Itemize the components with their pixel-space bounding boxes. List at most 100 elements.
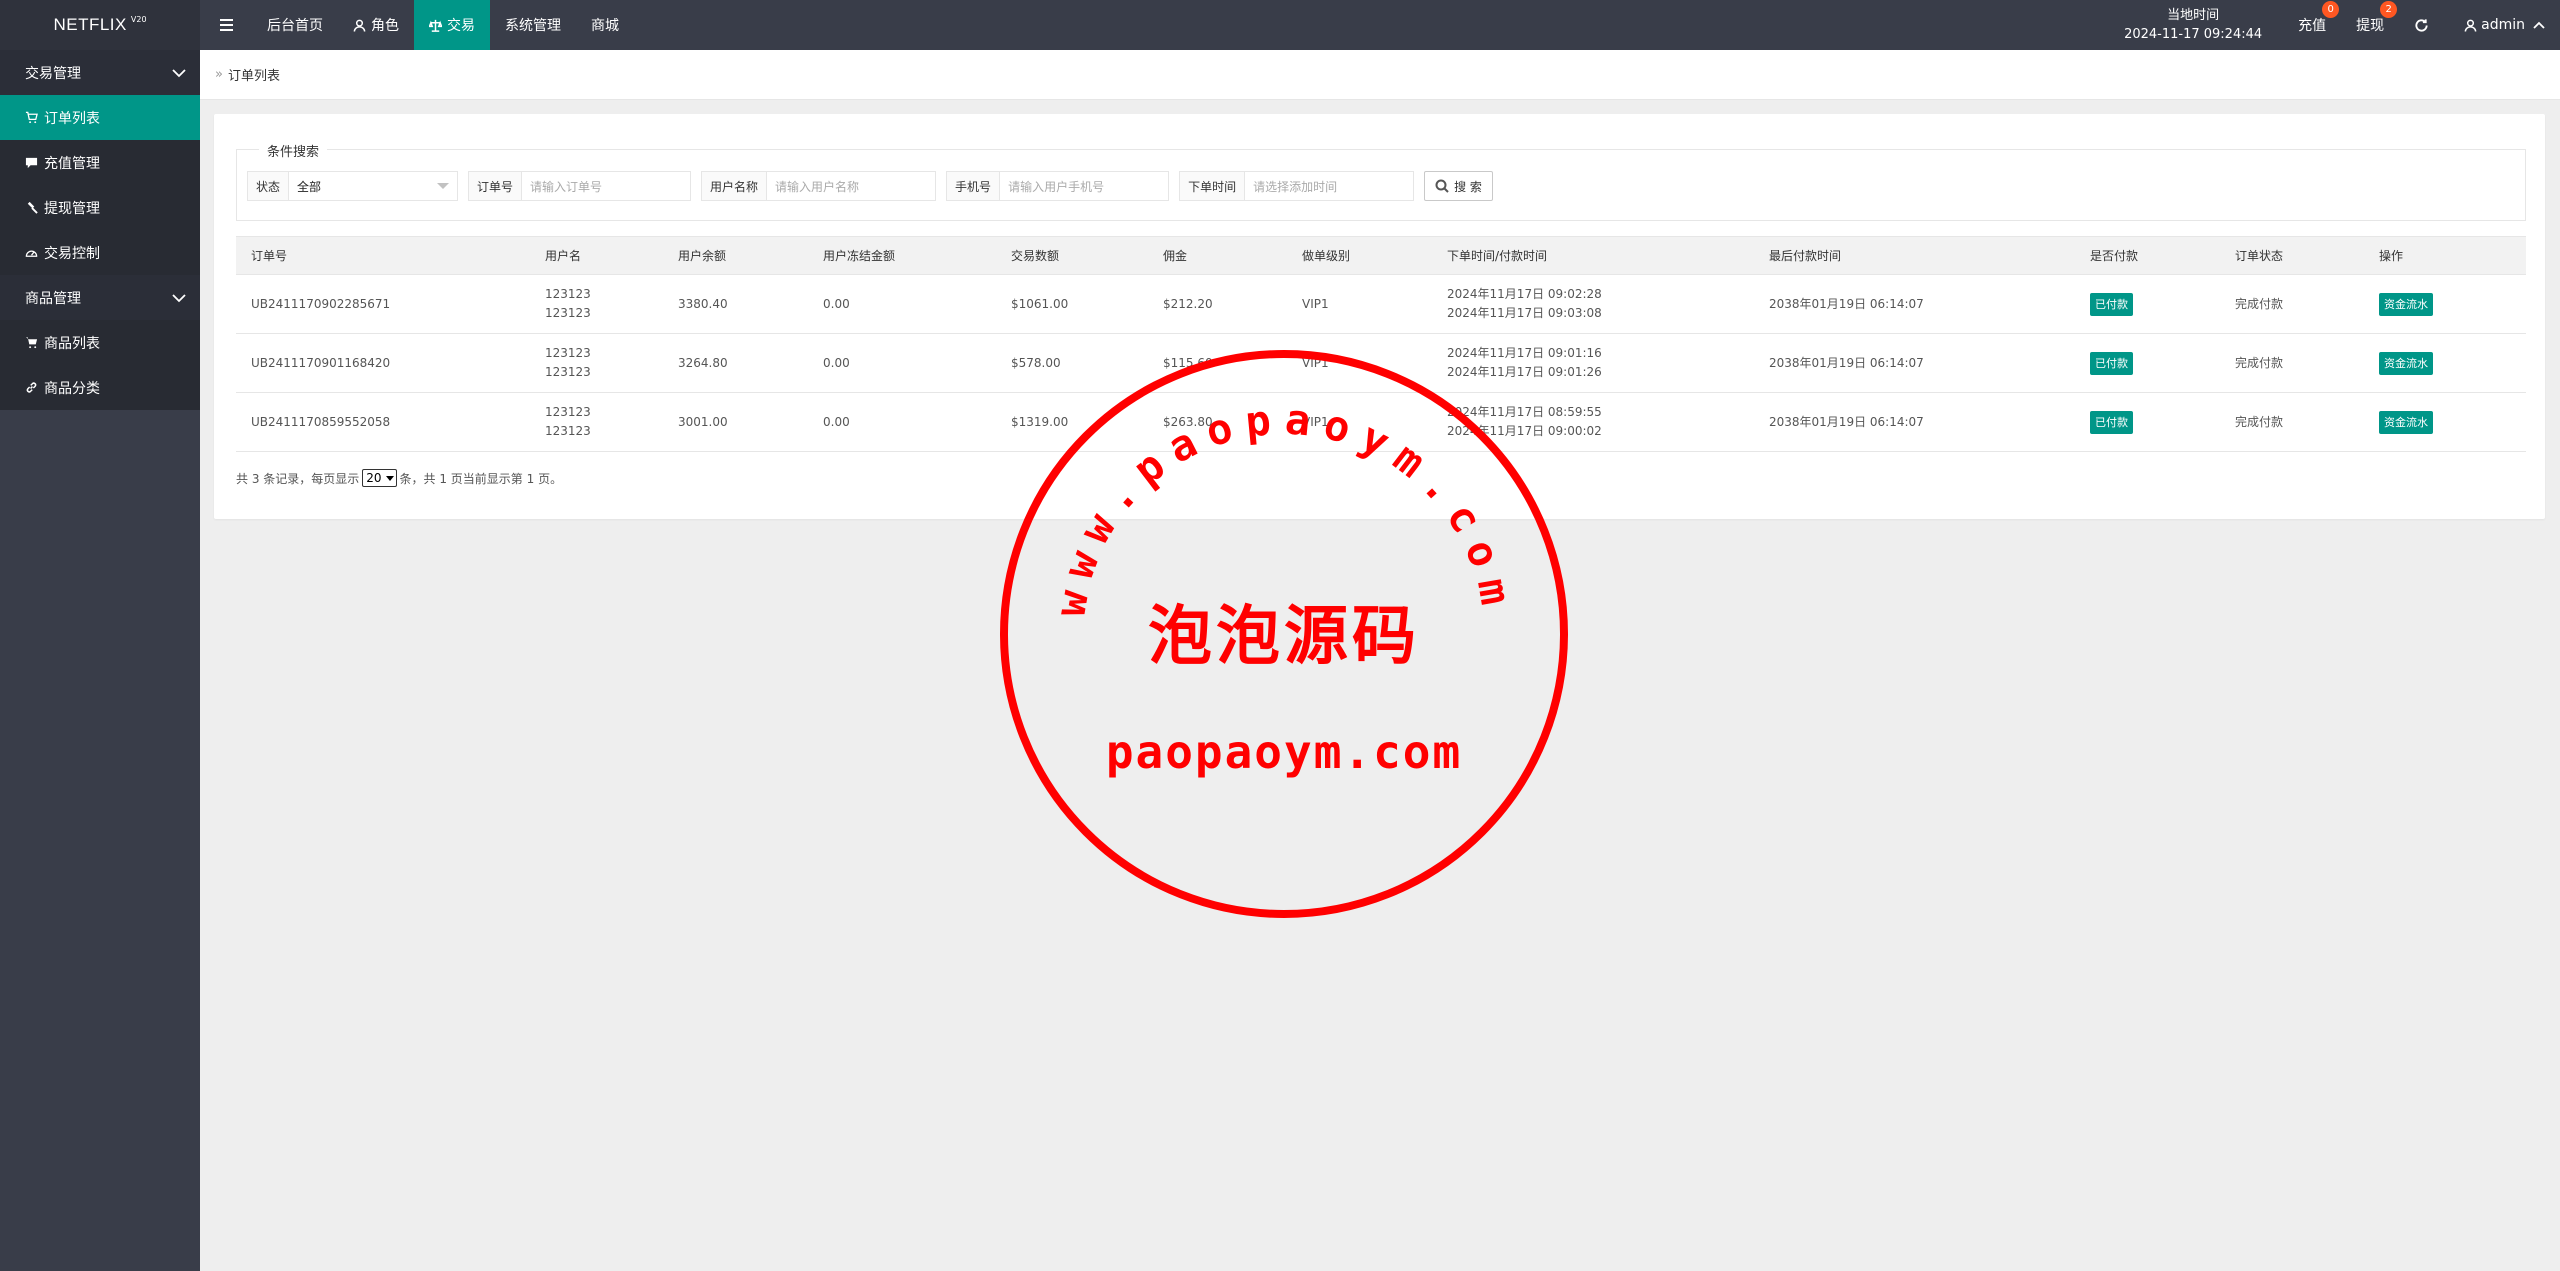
brand-logo[interactable]: NETFLIX V20 (0, 0, 200, 50)
sidebar-item-label: 提现管理 (44, 200, 100, 217)
cell-user-line: 123123 (545, 346, 591, 360)
cell-username: 123123 123123 (530, 392, 663, 452)
username-filter: 用户名称 请输入用户名称 (701, 171, 937, 201)
double-chevron-icon: » (215, 67, 223, 82)
cell-user-line: 123123 (545, 365, 591, 379)
cell-paid: 已付款 (2075, 392, 2220, 452)
fund-flow-button[interactable]: 资金流水 (2379, 351, 2433, 375)
order-time-filter: 下单时间 请选择添加时间 (1179, 171, 1415, 201)
col-commission: 佣金 (1148, 236, 1287, 275)
status-label: 状态 (248, 172, 290, 200)
search-button[interactable]: 搜 索 (1424, 171, 1493, 201)
caret-down-icon (385, 475, 394, 481)
cell-frozen: 0.00 (808, 392, 996, 452)
page-size-select[interactable]: 20 (362, 469, 397, 487)
cell-level: VIP1 (1287, 274, 1432, 334)
status-filter: 状态 全部 (247, 171, 459, 201)
cell-status: 完成付款 (2220, 392, 2364, 452)
cell-username: 123123 123123 (530, 274, 663, 334)
col-username: 用户名 (530, 236, 663, 275)
nav-trade[interactable]: 交易 (414, 0, 490, 50)
recharge-badge: 0 (2322, 1, 2340, 18)
withdraw-button[interactable]: 提现 2 (2341, 0, 2399, 50)
cell-order-no: UB2411170859552058 (236, 392, 530, 452)
watermark-center-text: 泡泡源码 (1148, 599, 1420, 674)
col-order-time: 下单时间/付款时间 (1432, 236, 1754, 275)
sidebar-item-label: 交易控制 (44, 245, 100, 262)
chevron-up-icon (2533, 21, 2545, 29)
order-no-filter: 订单号 请输入订单号 (468, 171, 692, 201)
nav-role[interactable]: 角色 (338, 0, 414, 50)
menu-toggle-button[interactable] (200, 0, 252, 50)
table-header-row: 订单号 用户名 用户余额 用户冻结金额 交易数额 佣金 做单级别 下单时间/付款… (236, 236, 2526, 275)
cell-action: 资金流水 (2364, 392, 2526, 452)
balance-icon (429, 19, 442, 32)
recharge-button[interactable]: 充值 0 (2283, 0, 2341, 50)
cell-time-line: 2024年11月17日 09:01:16 (1447, 346, 1602, 360)
nav-role-label: 角色 (371, 18, 399, 34)
fund-flow-button[interactable]: 资金流水 (2379, 410, 2433, 434)
cell-commission: $212.20 (1148, 274, 1287, 334)
sidebar-item-trade-control[interactable]: 交易控制 (0, 230, 200, 275)
sidebar-item-goods-category[interactable]: 商品分类 (0, 365, 200, 410)
phone-input[interactable]: 请输入用户手机号 (1000, 172, 1169, 200)
cell-action: 资金流水 (2364, 274, 2526, 334)
sidebar-group-trade[interactable]: 交易管理 (0, 50, 200, 95)
sidebar-item-label: 充值管理 (44, 155, 100, 172)
fund-flow-button[interactable]: 资金流水 (2379, 292, 2433, 316)
cell-frozen: 0.00 (808, 333, 996, 393)
cell-time-line: 2024年11月17日 09:02:28 (1447, 287, 1602, 301)
top-nav: 后台首页 角色 交易 系统管理 商城 (200, 0, 634, 50)
withdraw-label: 提现 (2356, 18, 2385, 34)
table-row: UB2411170902285671 123123 123123 3380.40 … (236, 274, 2526, 334)
cell-last-pay: 2038年01月19日 06:14:07 (1754, 392, 2075, 452)
chevron-down-icon (172, 68, 186, 77)
paid-badge: 已付款 (2090, 292, 2133, 316)
sidebar: 交易管理 订单列表 充值管理 提现管理 交易控制 商品管理 商品列表 商品分类 (0, 50, 200, 1271)
recharge-label: 充值 (2298, 18, 2327, 34)
sidebar-item-label: 商品分类 (44, 380, 100, 397)
breadcrumb-current[interactable]: 订单列表 (228, 65, 280, 84)
nav-home[interactable]: 后台首页 (252, 0, 338, 50)
sidebar-item-goods-list[interactable]: 商品列表 (0, 320, 200, 365)
nav-system[interactable]: 系统管理 (490, 0, 576, 50)
status-select[interactable]: 全部 (289, 172, 458, 200)
cell-level: VIP1 (1287, 392, 1432, 452)
nav-home-label: 后台首页 (267, 18, 323, 34)
search-panel: 条件搜索 状态 全部 订单号 请输入订单号 用户名称 请输入用户名称 手机号 请… (236, 141, 2526, 221)
sidebar-item-withdraw[interactable]: 提现管理 (0, 185, 200, 230)
nav-mall-label: 商城 (591, 18, 619, 34)
col-balance: 用户余额 (663, 236, 808, 275)
cell-balance: 3380.40 (663, 274, 808, 334)
col-last-pay: 最后付款时间 (1754, 236, 2075, 275)
caret-down-icon (437, 183, 450, 189)
sidebar-item-order-list[interactable]: 订单列表 (0, 95, 200, 140)
sidebar-group-label: 商品管理 (25, 290, 81, 307)
col-amount: 交易数额 (996, 236, 1148, 275)
nav-mall[interactable]: 商城 (576, 0, 634, 50)
admin-name: admin (2481, 17, 2525, 33)
admin-menu[interactable]: admin (2444, 0, 2560, 50)
table-row: UB2411170859552058 123123 123123 3001.00 … (236, 392, 2526, 452)
dashboard-icon (25, 245, 40, 260)
sidebar-group-goods[interactable]: 商品管理 (0, 275, 200, 320)
watermark-bottom-text: paopaoym.com (1106, 725, 1462, 779)
cell-paid: 已付款 (2075, 333, 2220, 393)
breadcrumb: » 订单列表 (200, 50, 2560, 100)
nav-trade-label: 交易 (447, 18, 475, 34)
order-time-input[interactable]: 请选择添加时间 (1245, 172, 1414, 200)
order-no-input[interactable]: 请输入订单号 (522, 172, 691, 200)
user-icon (353, 19, 366, 32)
cell-level: VIP1 (1287, 333, 1432, 393)
search-icon (1435, 179, 1449, 193)
cell-balance: 3001.00 (663, 392, 808, 452)
cell-commission: $263.80 (1148, 392, 1287, 452)
paid-badge: 已付款 (2090, 410, 2133, 434)
cell-commission: $115.60 (1148, 333, 1287, 393)
local-time-label: 当地时间 (2167, 8, 2220, 23)
cell-user-line: 123123 (545, 424, 591, 438)
sidebar-item-recharge[interactable]: 充值管理 (0, 140, 200, 185)
username-input[interactable]: 请输入用户名称 (767, 172, 936, 200)
refresh-button[interactable] (2399, 0, 2444, 50)
order-no-label: 订单号 (469, 172, 523, 200)
